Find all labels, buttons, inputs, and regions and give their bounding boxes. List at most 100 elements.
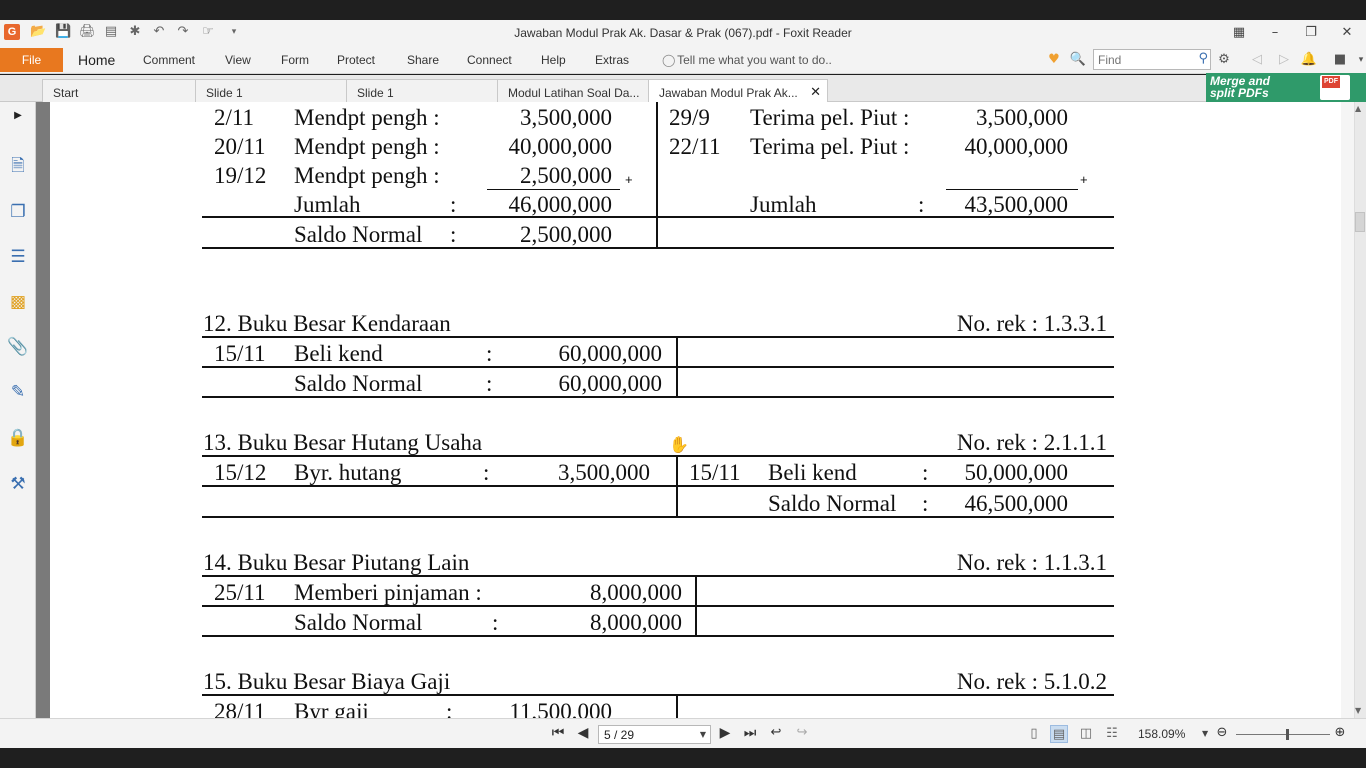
tab-slide-1-b[interactable]: Slide 1 <box>346 79 498 102</box>
document-tab-bar: Start Slide 1 Slide 1 Modul Latihan Soal… <box>0 75 1366 166</box>
expand-panel-icon[interactable]: ▶ <box>6 104 30 128</box>
hand-cursor-icon: ✋ <box>669 435 689 454</box>
scroll-track[interactable] <box>1354 102 1366 718</box>
merge-split-promo[interactable]: Merge and split PDFs <box>1206 73 1366 102</box>
menu-comment[interactable]: Comment <box>143 53 195 67</box>
tab-label: Modul Latihan Soal Da... <box>508 86 640 100</box>
tab-slide-1[interactable]: Slide 1 <box>195 79 351 102</box>
page-number-input[interactable]: 5 / 29 ▼ <box>598 725 711 744</box>
entry-amount: 40,000,000 <box>964 134 1069 159</box>
total-label: Jumlah <box>294 192 361 217</box>
menu-form[interactable]: Form <box>281 53 309 67</box>
total-amount: 43,500,000 <box>964 192 1069 217</box>
next-result-icon[interactable]: ▷ <box>1275 51 1293 69</box>
screen-bottom-bezel <box>0 748 1366 768</box>
user-account-icon[interactable]: ■ <box>1331 51 1349 69</box>
section-title: 14. Buku Besar Piutang Lain <box>203 550 470 575</box>
entry-desc: Byr gaji <box>294 699 369 718</box>
entry-colon: : <box>486 341 493 366</box>
attachments-icon[interactable]: 📎 <box>6 335 30 359</box>
scroll-up-icon[interactable]: ▲ <box>1355 104 1361 113</box>
zoom-slider[interactable] <box>1236 729 1330 740</box>
tab-jawaban-modul[interactable]: Jawaban Modul Prak Ak... ✕ <box>648 79 828 103</box>
comments-icon[interactable]: ▩ <box>6 290 30 314</box>
edit-tool-icon[interactable]: ⚒ <box>6 472 30 496</box>
pages-thumbnail-icon[interactable]: ❐ <box>6 200 30 224</box>
security-lock-icon[interactable]: 🔒 <box>6 426 30 450</box>
pdf-page-view[interactable]: 2/11 Mendpt pengh : 3,500,000 20/11 Mend… <box>50 102 1341 718</box>
vertical-scrollbar[interactable]: ▲ ▼ <box>1341 102 1366 718</box>
saldo-colon: : <box>486 371 493 396</box>
last-page-icon[interactable]: ⏭ <box>741 725 759 741</box>
saldo-label: Saldo Normal <box>294 610 423 635</box>
minimize-button[interactable]: – <box>1265 23 1285 43</box>
entry-desc: Byr. hutang <box>294 460 402 485</box>
folder-search-icon[interactable]: 🔍 <box>1069 51 1087 69</box>
account-dropdown-icon[interactable]: ▾ <box>1352 51 1366 69</box>
zoom-slider-thumb[interactable] <box>1286 729 1289 740</box>
bookmark-icon[interactable]: 🗎 <box>6 154 30 178</box>
file-menu[interactable]: File <box>0 48 63 72</box>
table-rule <box>202 336 1114 338</box>
menu-help[interactable]: Help <box>541 53 566 67</box>
table-rule <box>202 366 1114 368</box>
scroll-down-icon[interactable]: ▼ <box>1355 706 1361 715</box>
continuous-facing-view-icon[interactable]: ☷ <box>1103 725 1121 743</box>
scroll-thumb[interactable] <box>1355 212 1365 232</box>
page-dropdown-icon[interactable]: ▼ <box>700 730 706 739</box>
notification-bell-icon[interactable]: 🔔 <box>1300 51 1318 69</box>
menu-share[interactable]: Share <box>407 53 439 67</box>
zoom-level[interactable]: 158.09% <box>1138 727 1185 741</box>
entry-amount: 3,500,000 <box>558 460 650 485</box>
table-rule <box>202 635 1114 637</box>
previous-result-icon[interactable]: ◁ <box>1248 51 1266 69</box>
zoom-dropdown-icon[interactable]: ▼ <box>1202 729 1208 738</box>
facing-view-icon[interactable]: ◫ <box>1077 725 1095 743</box>
table-rule <box>202 455 1114 457</box>
previous-view-icon[interactable]: ↩ <box>767 725 785 740</box>
signatures-icon[interactable]: ✎ <box>6 380 30 404</box>
total-label: Jumlah <box>750 192 817 217</box>
next-view-icon[interactable]: ↪ <box>793 725 811 740</box>
menu-home[interactable]: Home <box>78 52 115 68</box>
next-page-icon[interactable]: ▶ <box>716 725 734 741</box>
menu-protect[interactable]: Protect <box>337 53 375 67</box>
settings-gear-icon[interactable]: ⚙ <box>1215 51 1233 69</box>
screen-top-bezel <box>0 0 1366 20</box>
menu-view[interactable]: View <box>225 53 251 67</box>
t-account-divider <box>676 336 678 398</box>
tab-label: Jawaban Modul Prak Ak... <box>659 86 798 100</box>
menu-extras[interactable]: Extras <box>595 53 629 67</box>
favorite-icon[interactable]: ♥ <box>1045 51 1063 69</box>
find-box: ⚲ <box>1093 49 1211 70</box>
close-button[interactable]: ✕ <box>1337 23 1357 43</box>
tell-me-search[interactable]: ◯ Tell me what you want to do.. <box>662 53 832 67</box>
previous-page-icon[interactable]: ◀ <box>574 725 592 741</box>
first-page-icon[interactable]: ⏮ <box>549 725 567 741</box>
saldo-label: Saldo Normal <box>294 371 423 396</box>
entry-amount: 8,000,000 <box>590 580 682 605</box>
continuous-view-icon[interactable]: ▤ <box>1050 725 1068 743</box>
layers-icon[interactable]: ☰ <box>6 245 30 269</box>
zoom-in-icon[interactable]: ⊕ <box>1331 725 1349 740</box>
fullscreen-icon[interactable]: ▦ <box>1229 23 1249 43</box>
t-account-divider <box>676 455 678 517</box>
saldo-label: Saldo Normal <box>768 491 897 516</box>
entry-desc: Beli kend <box>768 460 857 485</box>
single-page-view-icon[interactable]: ▯ <box>1025 725 1043 743</box>
tab-start[interactable]: Start <box>42 79 198 102</box>
restore-button[interactable]: ❐ <box>1301 23 1321 43</box>
window-title: Jawaban Modul Prak Ak. Dasar & Prak (067… <box>514 26 852 40</box>
search-icon[interactable]: ⚲ <box>1198 51 1208 66</box>
close-tab-icon[interactable]: ✕ <box>810 85 821 100</box>
entry-date: 28/11 <box>214 699 266 718</box>
tab-modul-latihan[interactable]: Modul Latihan Soal Da... <box>497 79 649 102</box>
menu-connect[interactable]: Connect <box>467 53 512 67</box>
entry-amount: 40,000,000 <box>508 134 613 159</box>
entry-amount: 11,500,000 <box>509 699 612 718</box>
plus-sign: + <box>1080 172 1088 187</box>
zoom-out-icon[interactable]: ⊖ <box>1213 725 1231 740</box>
entry-desc: Mendpt pengh : <box>294 163 440 188</box>
entry-date: 20/11 <box>214 134 266 159</box>
find-input[interactable] <box>1094 50 1190 69</box>
